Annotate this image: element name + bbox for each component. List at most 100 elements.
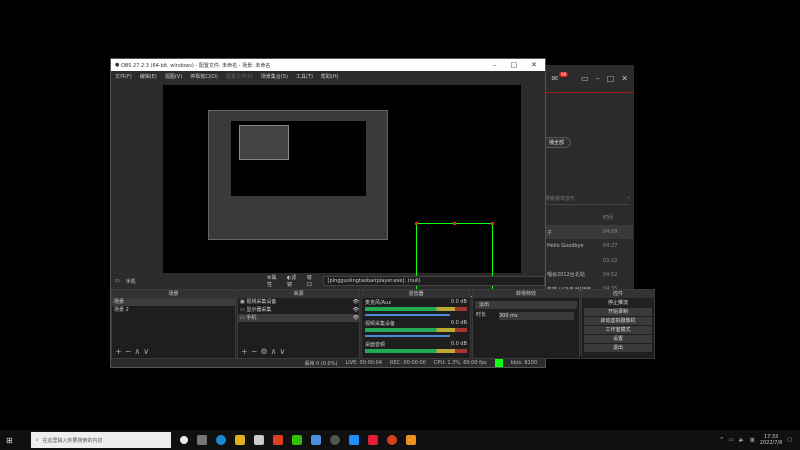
window-select[interactable]: [pingguolingtaobairplayer.exe]: (null) [322,276,546,286]
mixer-channel: 视频采集设备 0.0 dB [362,319,470,337]
song-row[interactable]: 唱会2012台北站 04:52 [545,268,633,282]
controls-dock: 控件 停止推流 开始录制 启动虚拟摄像机 工作室模式 设置 退出 [581,289,655,359]
song-row[interactable]: Hello Goodbye 04:27 [545,239,633,253]
scenes-dock: 场景 场景 场景 2 +−∧∨ [111,289,236,359]
song-row[interactable]: 03:22 [545,254,633,268]
system-tray: ^ ▭ 🔈 英 17:33 2022/7/8 ▢ [720,434,800,446]
taskbar: ⊞ ⌕ 在这里输入你要搜索的内容 ^ ▭ 🔈 英 17:33 2022/7/8 ▢ [0,430,800,450]
menu-view[interactable]: 视图(V) [165,73,182,80]
obs-titlebar: ● OBS 27.2.3 (64-bit, windows) - 配置文件: 未… [111,59,545,71]
obs-icon[interactable] [329,435,340,445]
volume-meter [365,307,467,311]
taskbar-search-input[interactable]: ⌕ 在这里输入你要搜索的内容 [30,432,171,448]
notification-badge: 99 [559,72,569,77]
source-controls[interactable]: +−⚙∧∨ [241,347,288,356]
scene-item[interactable]: 场景 [112,298,235,306]
song-duration: 03:22 [603,257,618,264]
status-bar: 丢帧 0 (0.0%) LIVE: 00:00:04 REC: 00:00:00 CP… [304,359,537,367]
cortana-icon[interactable] [179,436,188,444]
source-item[interactable]: ▭ 显示器采集 👁 [238,306,359,314]
properties-button[interactable]: ⚙属性 [267,274,281,288]
transition-select[interactable]: 淡出 [475,301,577,309]
minimize-button[interactable]: – [596,74,600,83]
maximize-button[interactable]: □ [511,61,518,69]
obs-window: ● OBS 27.2.3 (64-bit, windows) - 配置文件: 未… [110,58,655,368]
control-button[interactable]: 启动虚拟摄像机 [584,317,652,325]
clock[interactable]: 17:33 2022/7/8 [760,434,782,446]
control-button[interactable]: 退出 [584,344,652,352]
window-icon: ▭ [115,278,120,284]
volume-slider[interactable] [365,335,450,337]
steam-icon[interactable] [310,435,321,445]
edge-icon[interactable] [215,435,226,445]
song-row[interactable]: 子 04:09 [545,225,633,239]
source-toolbar: ▭ 手机 ⚙属性 ◐滤镜 窗口 [pingguolingtaobairplayer… [111,274,546,288]
eye-icon: 👁 [352,307,359,313]
netease-music-icon[interactable] [367,435,378,445]
song-duration: 04:09 [603,229,618,235]
wechat-icon[interactable] [291,435,302,445]
close-button[interactable]: ✕ [531,61,537,69]
eye-icon: 👁 [352,299,359,305]
stream-health-indicator [494,359,503,367]
mail-icon[interactable]: ✉ [551,74,558,83]
music-titlebar: ✉ 99 ▭ – □ ✕ [545,65,634,93]
network-icon[interactable]: ▭ [729,437,734,443]
volume-meter [365,349,467,353]
song-duration: 04:52 [603,271,618,278]
play-all-button[interactable]: 播全部 [542,137,572,148]
volume-icon[interactable]: 🔈 [739,437,745,443]
menu-help[interactable]: 帮助(H) [321,73,339,80]
search-icon: ⌕ [35,437,39,443]
control-button[interactable]: 工作室模式 [584,326,652,334]
menu-docks[interactable]: 停靠窗口(D) [190,73,218,80]
menu-bar: 文件(F) 编辑(E) 视图(V) 停靠窗口(D) 配置文件(P) 场景集合(S… [111,71,545,81]
source-item[interactable]: ▣ 视频采集设备 👁 [238,298,359,306]
captured-screen [208,110,388,240]
office-icon[interactable] [272,435,283,445]
minimize-button[interactable]: – [493,61,497,69]
source-item[interactable]: ▭ 手机 👁 [238,314,359,322]
filters-button[interactable]: ◐滤镜 [287,274,301,288]
mixer-channel: 麦克风/Aux 0.0 dB [362,298,470,316]
chevron-up-icon[interactable]: ^ [720,437,724,443]
song-duration: 04:27 [603,243,618,250]
control-button[interactable]: 停止推流 [584,299,652,307]
file-explorer-icon[interactable] [234,435,245,445]
song-title: Hello Goodbye [547,243,584,250]
scene-controls[interactable]: +−∧∨ [115,347,152,356]
transitions-dock: 转场特效 淡出 时长 300 ms [472,289,580,359]
miniplayer-icon[interactable]: ▭ [581,74,589,83]
volume-meter [365,328,467,332]
song-title: 子 [547,229,553,236]
close-button[interactable]: ✕ [621,74,628,83]
eye-icon: 👁 [352,315,359,321]
song-title: 唱会2012台北站 [547,272,585,279]
mixer-channel: 桌面音频 0.0 dB [362,340,470,353]
app-icon[interactable] [348,435,359,445]
ime-indicator[interactable]: 英 [750,437,755,444]
menu-tools[interactable]: 工具(T) [296,73,313,80]
playlist-search-input[interactable]: 搜索歌单音乐 ⌕ [545,195,630,205]
menu-edit[interactable]: 编辑(E) [140,73,157,80]
windows-start-icon[interactable]: ⊞ [6,436,13,445]
store-icon[interactable] [253,435,264,445]
volume-slider[interactable] [365,314,450,316]
sources-dock: 来源 ▣ 视频采集设备 👁 ▭ 显示器采集 👁 ▭ 手机 👁 +−⚙∧∨ [237,289,360,359]
scene-item[interactable]: 场景 2 [112,306,235,314]
control-button[interactable]: 开始录制 [584,308,652,316]
menu-file[interactable]: 文件(F) [115,73,132,80]
control-button[interactable]: 设置 [584,335,652,343]
task-view-icon[interactable] [196,435,207,445]
preview-canvas[interactable] [163,85,521,298]
search-icon: ⌕ [627,195,630,201]
app-icon[interactable] [386,435,397,445]
maximize-button[interactable]: □ [607,74,615,83]
duration-input[interactable]: 300 ms [499,312,574,320]
list-header: 时间 [603,214,614,221]
notification-icon[interactable]: ▢ [787,437,792,443]
mixer-dock: 混音器 麦克风/Aux 0.0 dB 视频采集设备 0.0 dB 桌面音频 0.0 dB [361,289,471,359]
menu-scene-collection[interactable]: 场景集合(S) [261,73,288,80]
app-icon[interactable] [405,435,416,445]
menu-profile[interactable]: 配置文件(P) [226,73,253,80]
